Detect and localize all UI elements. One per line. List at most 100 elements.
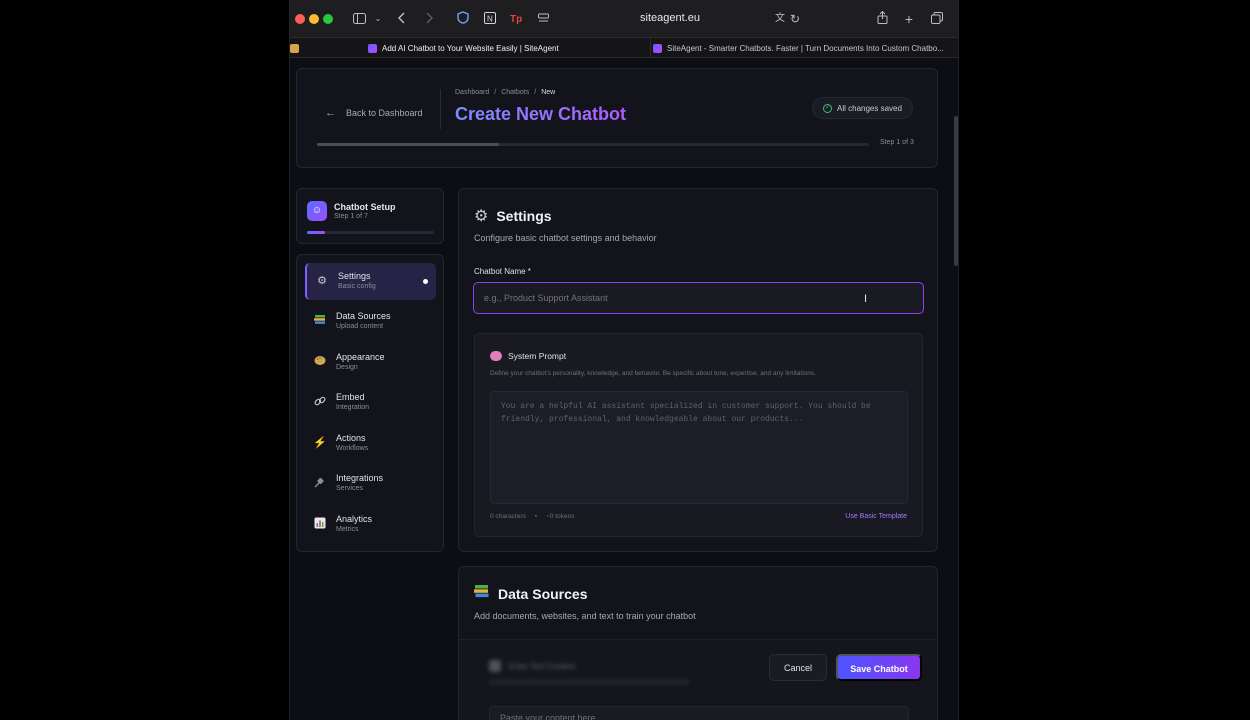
arrow-left-icon: ←: [325, 107, 336, 119]
setup-progress-bar: [307, 231, 434, 234]
setup-title: Chatbot Setup: [334, 202, 396, 212]
section-description: Configure basic chatbot settings and beh…: [474, 233, 657, 243]
lightning-icon: ⚡: [313, 437, 327, 449]
reload-icon[interactable]: ↻: [789, 10, 801, 28]
sidebar-item-settings[interactable]: ⚙ Settings Basic config: [305, 263, 436, 300]
close-window-button[interactable]: [295, 14, 305, 24]
browser-window: ⌄ N Tp siteagent.eu 文 ↻ + Add AI Chatbot…: [289, 0, 959, 720]
section-header: Data Sources: [474, 584, 587, 603]
gear-icon: ⚙: [317, 275, 327, 287]
nav-sublabel: Workflows: [336, 445, 369, 452]
sidebar-item-integrations[interactable]: Integrations Services: [305, 465, 436, 502]
forward-icon[interactable]: [424, 10, 434, 28]
nav-label: Analytics: [336, 514, 373, 524]
sidebar-toggle-icon[interactable]: [352, 10, 366, 28]
back-to-dashboard-button[interactable]: ← Back to Dashboard: [325, 107, 423, 119]
chatbot-name-input[interactable]: [473, 282, 924, 314]
nav-sublabel: Design: [336, 364, 358, 371]
tab-bar: Add AI Chatbot to Your Website Easily | …: [290, 38, 958, 58]
robot-icon: ☺: [307, 201, 327, 221]
use-basic-template-link[interactable]: Use Basic Template: [845, 513, 907, 520]
sidebar-item-embed[interactable]: Embed Integration: [305, 384, 436, 421]
nav-label: Appearance: [336, 352, 385, 362]
breadcrumb: Dashboard / Chatbots / New: [455, 89, 555, 96]
settings-section: ⚙ Settings Configure basic chatbot setti…: [458, 188, 938, 552]
shield-icon[interactable]: [456, 10, 470, 28]
address-bar[interactable]: siteagent.eu: [620, 12, 720, 24]
page-scrollbar[interactable]: [954, 116, 958, 266]
save-status-label: All changes saved: [837, 103, 902, 113]
breadcrumb-dashboard[interactable]: Dashboard: [455, 89, 489, 96]
browser-toolbar: ⌄ N Tp siteagent.eu 文 ↻ +: [290, 0, 958, 38]
books-icon: [474, 584, 490, 603]
pinned-tab[interactable]: [290, 38, 300, 58]
text-content-title: Enter Text Content: [509, 661, 576, 671]
page-settings-icon[interactable]: [537, 10, 549, 28]
nav-sublabel: Basic config: [338, 283, 376, 290]
nav-label: Actions: [336, 433, 366, 443]
section-title: Settings: [496, 208, 552, 224]
text-content-description: [489, 680, 689, 684]
new-tab-icon[interactable]: +: [903, 10, 915, 28]
page-title: Create New Chatbot: [455, 104, 627, 124]
check-circle-icon: ✓: [823, 103, 832, 113]
tab-add-ai-chatbot[interactable]: Add AI Chatbot to Your Website Easily | …: [368, 38, 628, 58]
breadcrumb-chatbots[interactable]: Chatbots: [501, 89, 529, 96]
translate-icon[interactable]: 文: [773, 10, 787, 28]
cancel-button[interactable]: Cancel: [769, 654, 827, 681]
stats-separator: •: [534, 513, 538, 520]
sidebar-nav: ⚙ Settings Basic config Data Sources Upl…: [296, 254, 444, 552]
sidebar-item-analytics[interactable]: Analytics Metrics: [305, 506, 436, 543]
chart-icon: [313, 517, 327, 531]
chatbot-name-label: Chatbot Name *: [474, 267, 531, 276]
sidebar-item-appearance[interactable]: Appearance Design: [305, 344, 436, 381]
section-header: ⚙ Settings: [474, 206, 552, 226]
link-icon: [313, 395, 327, 409]
breadcrumb-separator: /: [534, 89, 537, 96]
tab-label: Add AI Chatbot to Your Website Easily | …: [382, 43, 559, 53]
breadcrumb-separator: /: [494, 89, 497, 96]
nav-sublabel: Metrics: [336, 526, 359, 533]
document-icon: [489, 660, 501, 672]
plug-icon: [313, 476, 327, 490]
text-cursor-icon: I: [864, 293, 868, 305]
data-sources-section: Data Sources Add documents, websites, an…: [458, 566, 938, 720]
nav-label: Settings: [338, 271, 371, 281]
tab-overview-icon[interactable]: [930, 10, 944, 28]
page-content: ← Back to Dashboard Dashboard / Chatbots…: [290, 58, 958, 720]
notion-icon[interactable]: N: [483, 10, 497, 28]
system-prompt-title: System Prompt: [508, 351, 567, 361]
tab-siteagent-home[interactable]: SiteAgent - Smarter Chatbots. Faster | T…: [650, 38, 955, 58]
chevron-down-icon[interactable]: ⌄: [374, 10, 382, 28]
svg-text:N: N: [487, 15, 493, 24]
zoom-window-button[interactable]: [323, 14, 333, 24]
token-count: ~0 tokens: [546, 513, 575, 520]
nav-sublabel: Integration: [336, 404, 370, 411]
step-indicator: Step 1 of 3: [880, 139, 914, 146]
brain-icon: [490, 351, 502, 361]
system-prompt-description: Define your chatbot's personality, knowl…: [490, 370, 816, 377]
save-status-badge: ✓ All changes saved: [812, 97, 913, 119]
share-icon[interactable]: [876, 10, 888, 28]
tp-icon[interactable]: Tp: [510, 10, 524, 28]
save-chatbot-button[interactable]: Save Chatbot: [836, 654, 922, 681]
section-description: Add documents, websites, and text to tra…: [474, 611, 696, 621]
tab-label: SiteAgent - Smarter Chatbots. Faster | T…: [667, 43, 944, 53]
gear-icon: ⚙: [474, 208, 489, 225]
siteagent-favicon-icon: [653, 43, 662, 53]
paste-content-textarea[interactable]: Paste your content here...: [489, 706, 909, 720]
back-label: Back to Dashboard: [346, 108, 423, 118]
divider: [440, 89, 441, 129]
sidebar-item-actions[interactable]: ⚡ Actions Workflows: [305, 425, 436, 462]
system-prompt-textarea[interactable]: You are a helpful AI assistant specializ…: [490, 391, 908, 504]
minimize-window-button[interactable]: [309, 14, 319, 24]
nav-label: Embed: [336, 392, 365, 402]
svg-text:Tp: Tp: [510, 14, 522, 24]
books-icon: [313, 314, 327, 328]
sidebar-item-data-sources[interactable]: Data Sources Upload content: [305, 303, 436, 340]
system-prompt-header: System Prompt: [490, 351, 566, 361]
progress-fill: [317, 143, 500, 146]
siteagent-favicon-icon: [368, 43, 377, 53]
back-icon[interactable]: [397, 10, 407, 28]
nav-label: Integrations: [336, 473, 384, 483]
